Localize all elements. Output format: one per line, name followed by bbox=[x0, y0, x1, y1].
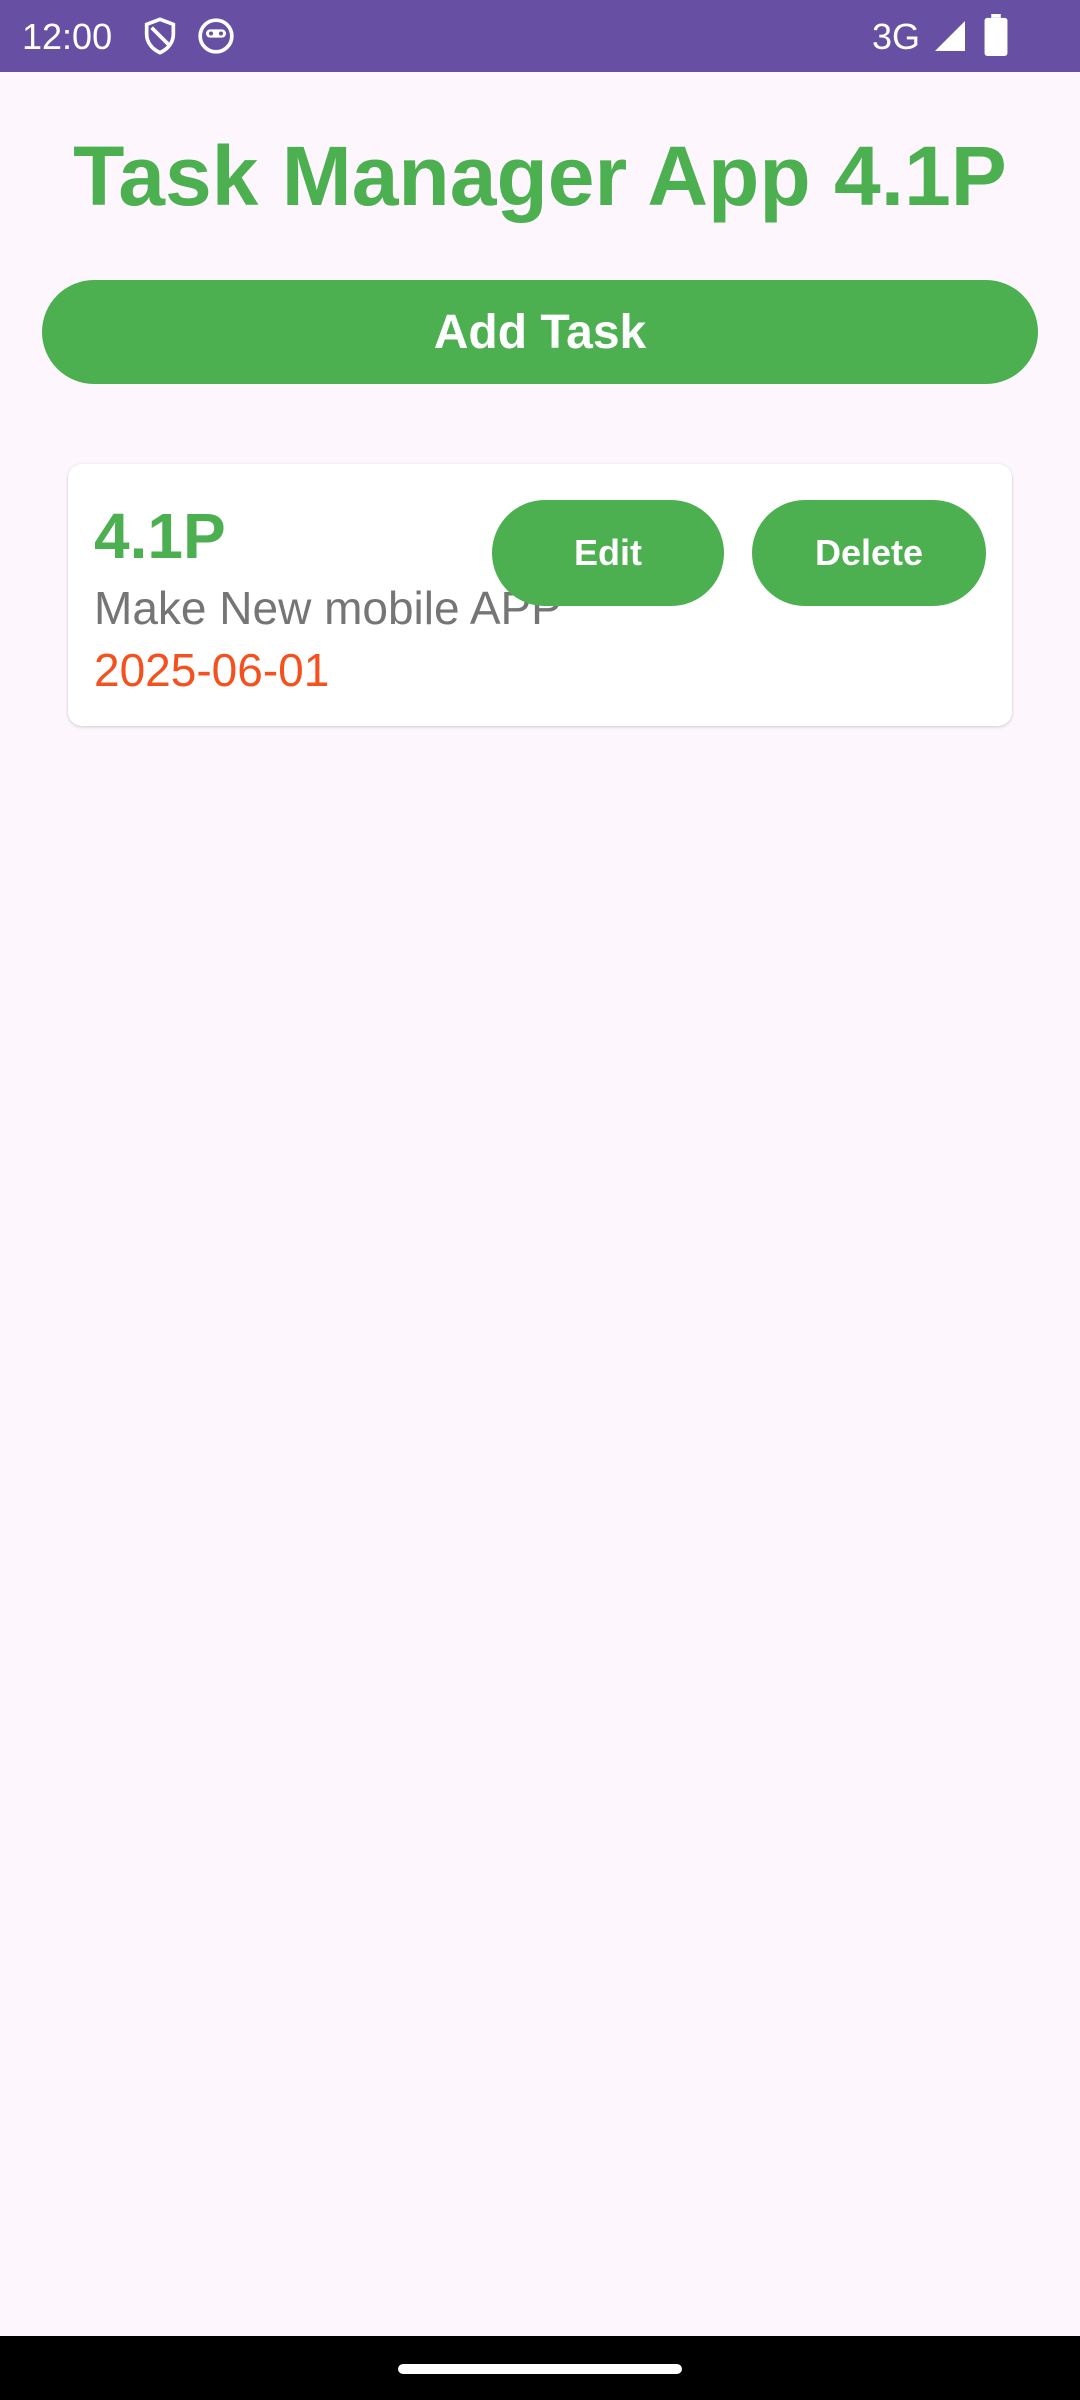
face-icon bbox=[198, 18, 234, 54]
home-indicator[interactable] bbox=[398, 2364, 682, 2374]
add-task-button[interactable]: Add Task bbox=[42, 280, 1038, 384]
task-due-date: 2025-06-01 bbox=[94, 644, 330, 696]
status-bar: 12:00 3G bbox=[0, 0, 1080, 72]
signal-icon bbox=[935, 21, 965, 51]
navigation-bar bbox=[0, 2336, 1080, 2400]
edit-task-button[interactable]: Edit bbox=[492, 500, 724, 606]
network-type: 3G bbox=[871, 16, 920, 57]
delete-task-button[interactable]: Delete bbox=[752, 500, 986, 606]
task-title: 4.1P bbox=[94, 500, 226, 572]
task-card[interactable]: 4.1P Make New mobile APP 2025-06-01 Edit… bbox=[68, 464, 1012, 726]
task-description: Make New mobile APP bbox=[94, 582, 562, 634]
status-time: 12:00 bbox=[22, 16, 113, 57]
page-title: Task Manager App 4.1P bbox=[73, 129, 1007, 223]
battery-icon bbox=[984, 14, 1008, 56]
shield-icon bbox=[144, 17, 176, 55]
